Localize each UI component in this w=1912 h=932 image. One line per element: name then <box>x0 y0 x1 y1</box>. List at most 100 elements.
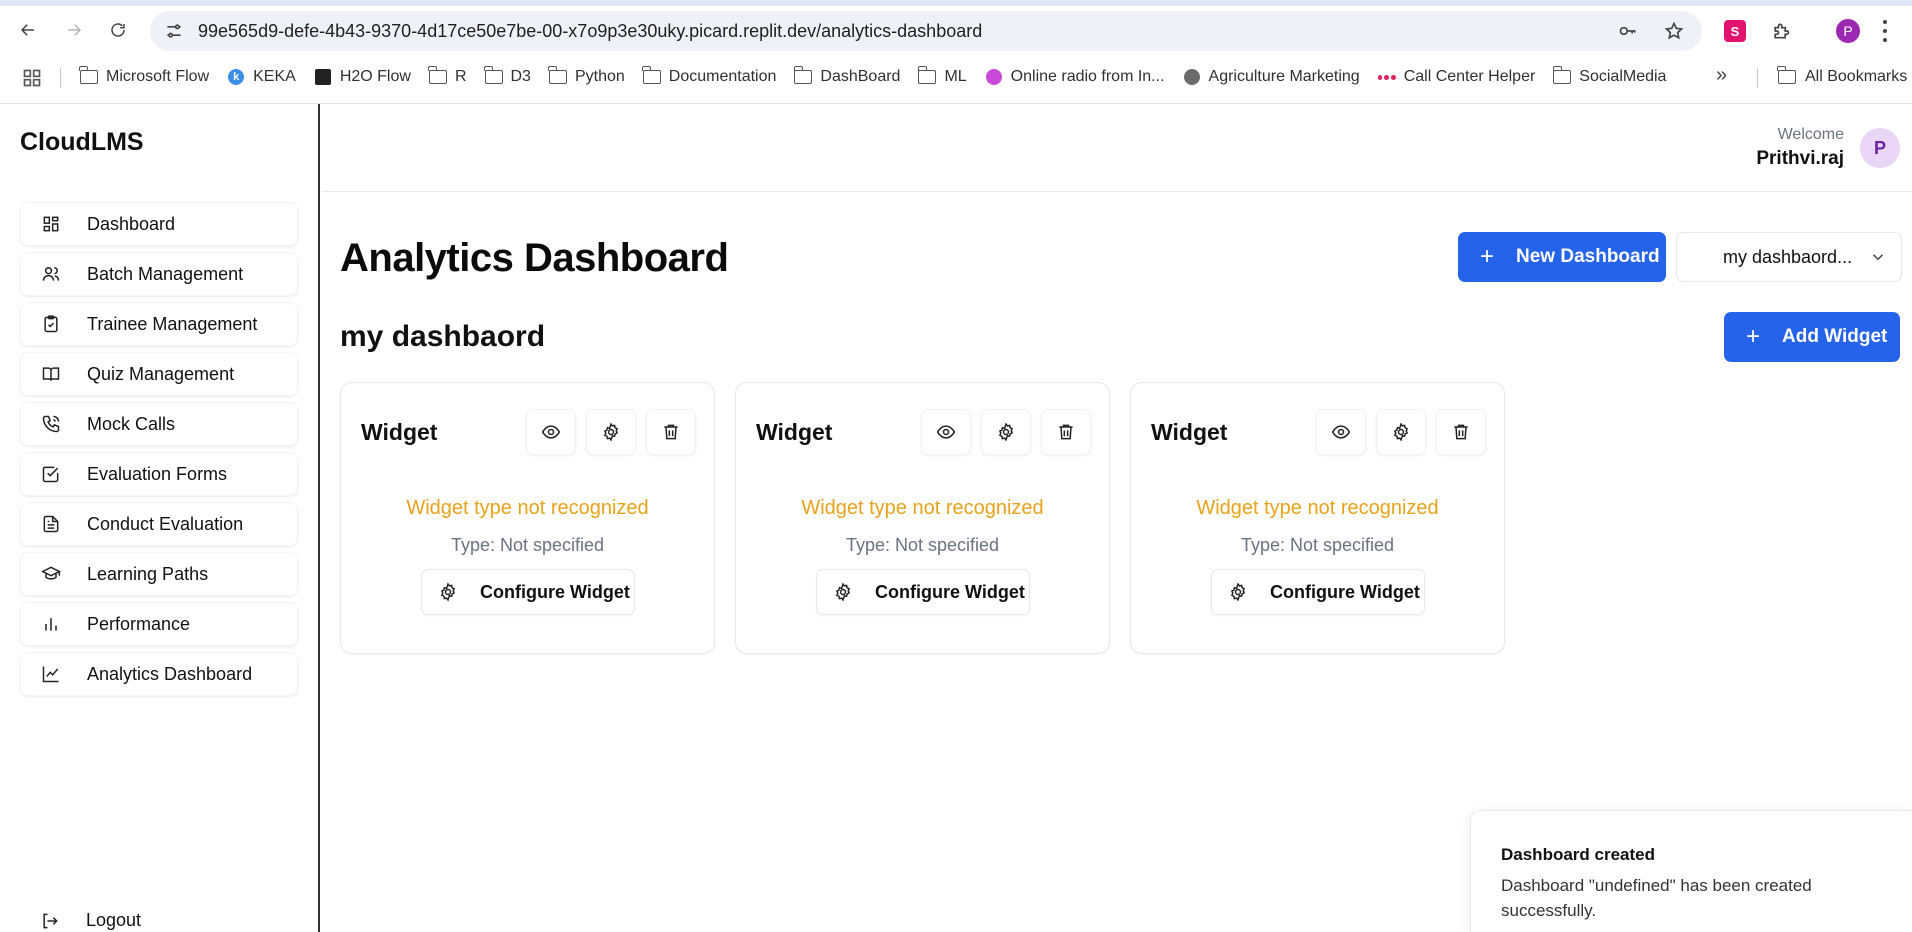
bookmark-label: KEKA <box>253 68 296 85</box>
bookmark-item[interactable]: SocialMedia <box>1552 66 1667 86</box>
widget-title: Widget <box>1151 419 1228 445</box>
bookmark-item[interactable]: Microsoft Flow <box>79 66 209 86</box>
add-widget-button[interactable]: + Add Widget <box>1724 312 1900 362</box>
browser-menu-icon[interactable] <box>1882 20 1888 42</box>
bookmark-item[interactable]: DashBoard <box>793 66 901 86</box>
bookmark-label: SocialMedia <box>1579 68 1667 85</box>
widget-settings-button[interactable] <box>1376 409 1426 455</box>
widget-settings-button[interactable] <box>981 409 1031 455</box>
widget-warning: Widget type not recognized <box>1196 497 1439 519</box>
logout-icon <box>43 913 58 928</box>
toast-message: Dashboard "undefined" has been created s… <box>1501 876 1812 920</box>
preview-widget-button[interactable] <box>921 409 971 455</box>
folder-icon <box>917 66 937 85</box>
sidebar-item-quiz-management[interactable]: Quiz Management <box>20 352 298 396</box>
sidebar-item-trainee-management[interactable]: Trainee Management <box>20 302 298 346</box>
delete-widget-button[interactable] <box>1041 409 1091 455</box>
app-root: CloudLMS Dashboard Batch Management Traine… <box>0 104 1912 932</box>
sidebar-item-learning-paths[interactable]: Learning Paths <box>20 552 298 596</box>
sidebar-item-performance[interactable]: Performance <box>20 602 298 646</box>
gear-icon <box>998 422 1014 442</box>
preview-widget-button[interactable] <box>526 409 576 455</box>
sidebar-item-evaluation-forms[interactable]: Evaluation Forms <box>20 452 298 496</box>
password-key-icon[interactable] <box>1618 21 1638 41</box>
bookmarks-separator <box>60 68 61 88</box>
url-text[interactable]: 99e565d9-defe-4b43-9370-4d17ce50e7be-00-… <box>198 21 982 42</box>
gear-icon <box>1393 422 1409 442</box>
extensions-puzzle-icon[interactable] <box>1770 20 1792 42</box>
all-bookmarks-button[interactable]: All Bookmarks <box>1777 62 1907 92</box>
sidebar-nav: Dashboard Batch Management Trainee Managem… <box>20 202 298 702</box>
avatar[interactable]: P <box>1860 128 1900 168</box>
plus-icon: + <box>1746 323 1761 350</box>
eye-icon <box>936 425 956 439</box>
preview-widget-button[interactable] <box>1316 409 1366 455</box>
folder-icon <box>79 66 98 85</box>
widget-title: Widget <box>756 419 833 445</box>
bookmark-item[interactable]: R <box>428 66 467 86</box>
back-button[interactable] <box>14 16 42 44</box>
bookmark-item[interactable]: Agriculture Marketing <box>1183 68 1360 86</box>
bookmark-label: Agriculture Marketing <box>1208 68 1360 85</box>
profile-avatar[interactable]: P <box>1836 19 1860 43</box>
delete-widget-button[interactable] <box>1436 409 1486 455</box>
delete-widget-button[interactable] <box>646 409 696 455</box>
bookmark-item[interactable]: Online radio from In... <box>985 68 1165 86</box>
sidebar-item-label: Dashboard <box>87 213 176 234</box>
bookmark-star-icon[interactable] <box>1664 21 1684 41</box>
more-bookmarks-icon[interactable]: » <box>1716 64 1727 87</box>
sidebar-item-mock-calls[interactable]: Mock Calls <box>20 402 298 446</box>
apps-grid-icon[interactable] <box>22 68 42 88</box>
bookmarks-separator <box>1757 68 1758 88</box>
folder-icon <box>1777 66 1796 84</box>
new-dashboard-button[interactable]: + New Dashboard <box>1458 232 1666 282</box>
widget-warning: Widget type not recognized <box>801 497 1044 519</box>
bookmark-label: Online radio from In... <box>1010 68 1165 85</box>
bookmark-item[interactable]: Documentation <box>642 66 776 86</box>
logout-button[interactable]: Logout <box>20 910 141 931</box>
sidebar-item-label: Conduct Evaluation <box>87 513 244 534</box>
brand-logo[interactable]: CloudLMS <box>20 128 144 157</box>
configure-widget-button[interactable]: Configure Widget <box>816 569 1030 615</box>
address-bar[interactable]: 99e565d9-defe-4b43-9370-4d17ce50e7be-00-… <box>150 11 1702 51</box>
dashboard-select[interactable]: my dashbaord... <box>1676 232 1902 282</box>
configure-widget-button[interactable]: Configure Widget <box>1211 569 1425 615</box>
welcome-label: Welcome <box>1777 126 1844 143</box>
graduation-cap-icon <box>41 564 61 584</box>
sidebar-item-analytics-dashboard[interactable]: Analytics Dashboard <box>20 652 298 696</box>
reload-button[interactable] <box>104 16 132 44</box>
trash-icon <box>1059 424 1073 440</box>
forward-button[interactable] <box>60 16 88 44</box>
widget-warning: Widget type not recognized <box>406 497 649 519</box>
sidebar-item-label: Analytics Dashboard <box>87 663 253 684</box>
widget-card: Widget Widget type not recognized Type: No… <box>1130 382 1505 654</box>
toast-notification: Dashboard created Dashboard "undefined" … <box>1470 810 1912 932</box>
extension-icon[interactable]: S <box>1724 20 1746 42</box>
bookmark-item[interactable]: ML <box>917 66 967 86</box>
sidebar-item-label: Learning Paths <box>87 563 209 584</box>
globe-icon <box>1183 69 1201 85</box>
configure-widget-label: Configure Widget <box>875 581 1025 602</box>
folder-icon <box>428 66 447 85</box>
widget-toolbar <box>921 409 1091 455</box>
bookmark-item[interactable]: Call Center Helper <box>1377 68 1535 86</box>
bookmark-label: R <box>454 68 467 85</box>
bookmark-item[interactable]: H2O Flow <box>314 68 411 86</box>
site-settings-icon[interactable] <box>164 21 184 41</box>
sidebar-item-conduct-evaluation[interactable]: Conduct Evaluation <box>20 502 298 546</box>
widget-card: Widget Widget type not recognized Type: No… <box>340 382 715 654</box>
widget-settings-button[interactable] <box>586 409 636 455</box>
widget-type: Type: Not specified <box>845 535 1000 555</box>
bookmark-label: DashBoard <box>820 68 901 85</box>
sidebar-item-dashboard[interactable]: Dashboard <box>20 202 298 246</box>
bookmark-item[interactable]: k KEKA <box>227 68 296 86</box>
bar-chart-icon <box>41 614 61 634</box>
sidebar-item-batch-management[interactable]: Batch Management <box>20 252 298 296</box>
trash-icon <box>1454 424 1468 440</box>
configure-widget-button[interactable]: Configure Widget <box>421 569 635 615</box>
bookmark-item[interactable]: Python <box>548 66 625 86</box>
folder-icon <box>483 66 503 85</box>
widget-title: Widget <box>361 419 438 445</box>
gear-icon <box>835 582 851 602</box>
bookmark-item[interactable]: D3 <box>483 66 531 86</box>
